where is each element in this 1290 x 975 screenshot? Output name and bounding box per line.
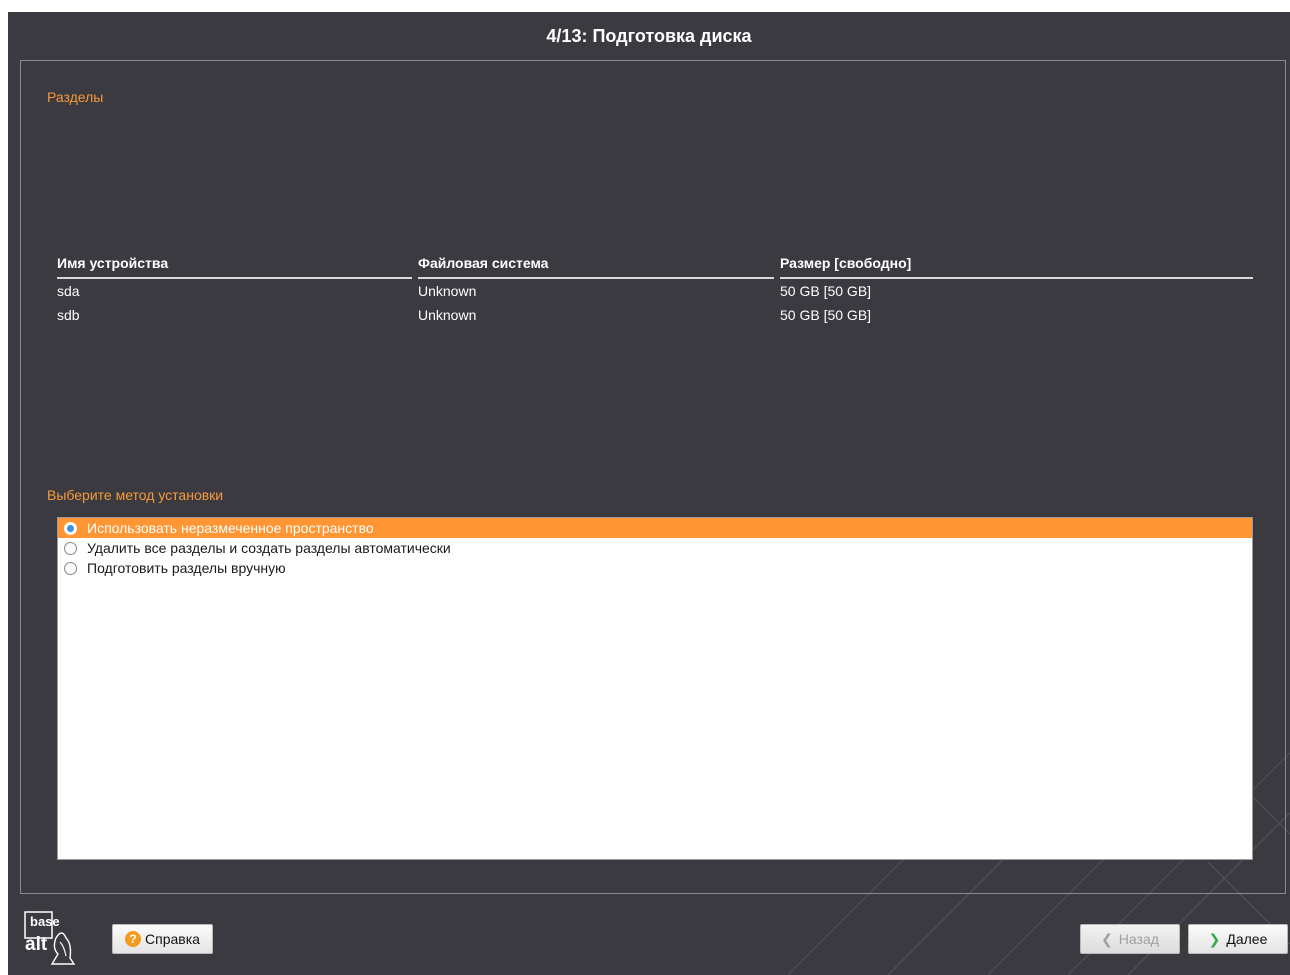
- option-label: Удалить все разделы и создать разделы ав…: [87, 540, 451, 556]
- back-button-label: Назад: [1118, 931, 1159, 947]
- partitions-section-title: Разделы: [47, 89, 104, 105]
- column-header-filesystem[interactable]: Файловая система: [418, 253, 774, 279]
- install-method-title: Выберите метод установки: [47, 487, 224, 503]
- column-header-size[interactable]: Размер [свободно]: [780, 253, 1253, 279]
- help-button-label: Справка: [145, 931, 200, 947]
- back-button[interactable]: ❮ Назад: [1080, 924, 1180, 954]
- svg-text:base: base: [30, 914, 60, 929]
- svg-text:alt: alt: [25, 934, 48, 955]
- table-row[interactable]: sda Unknown 50 GB [50 GB]: [57, 279, 1253, 303]
- option-delete-all-auto[interactable]: Удалить все разделы и создать разделы ав…: [58, 538, 1252, 558]
- installer-window: 4/13: Подготовка диска Разделы Имя устро…: [8, 12, 1290, 975]
- window-title: 4/13: Подготовка диска: [546, 25, 752, 46]
- cell-device: sda: [57, 283, 80, 299]
- radio-button-icon[interactable]: [64, 541, 77, 555]
- content-panel: Разделы Имя устройства Файловая система …: [20, 60, 1286, 894]
- cell-filesystem: Unknown: [418, 307, 477, 323]
- cell-filesystem: Unknown: [418, 283, 477, 299]
- radio-button-icon[interactable]: [64, 561, 77, 575]
- table-row[interactable]: sdb Unknown 50 GB [50 GB]: [57, 303, 1253, 327]
- next-button[interactable]: ❯ Далее: [1188, 924, 1288, 954]
- help-icon: ?: [125, 931, 142, 947]
- chevron-left-icon: ❮: [1101, 930, 1113, 947]
- option-label: Использовать неразмеченное пространство: [87, 520, 374, 536]
- partition-table[interactable]: Имя устройства Файловая система Размер […: [57, 253, 1253, 327]
- table-header: Имя устройства Файловая система Размер […: [57, 253, 1253, 279]
- basealt-logo: base alt: [24, 911, 76, 965]
- cell-device: sdb: [57, 307, 80, 323]
- radio-button-checked-icon[interactable]: [64, 521, 77, 535]
- option-manual-partitioning[interactable]: Подготовить разделы вручную: [58, 558, 1252, 578]
- help-button[interactable]: ? Справка: [112, 924, 213, 954]
- install-method-list[interactable]: Использовать неразмеченное пространство …: [57, 517, 1253, 860]
- option-use-free-space[interactable]: Использовать неразмеченное пространство: [58, 518, 1252, 538]
- cell-size: 50 GB [50 GB]: [780, 283, 872, 299]
- next-button-label: Далее: [1226, 931, 1268, 947]
- option-label: Подготовить разделы вручную: [87, 560, 286, 576]
- column-header-device[interactable]: Имя устройства: [57, 253, 412, 279]
- cell-size: 50 GB [50 GB]: [780, 307, 872, 323]
- chevron-right-icon: ❯: [1208, 930, 1221, 947]
